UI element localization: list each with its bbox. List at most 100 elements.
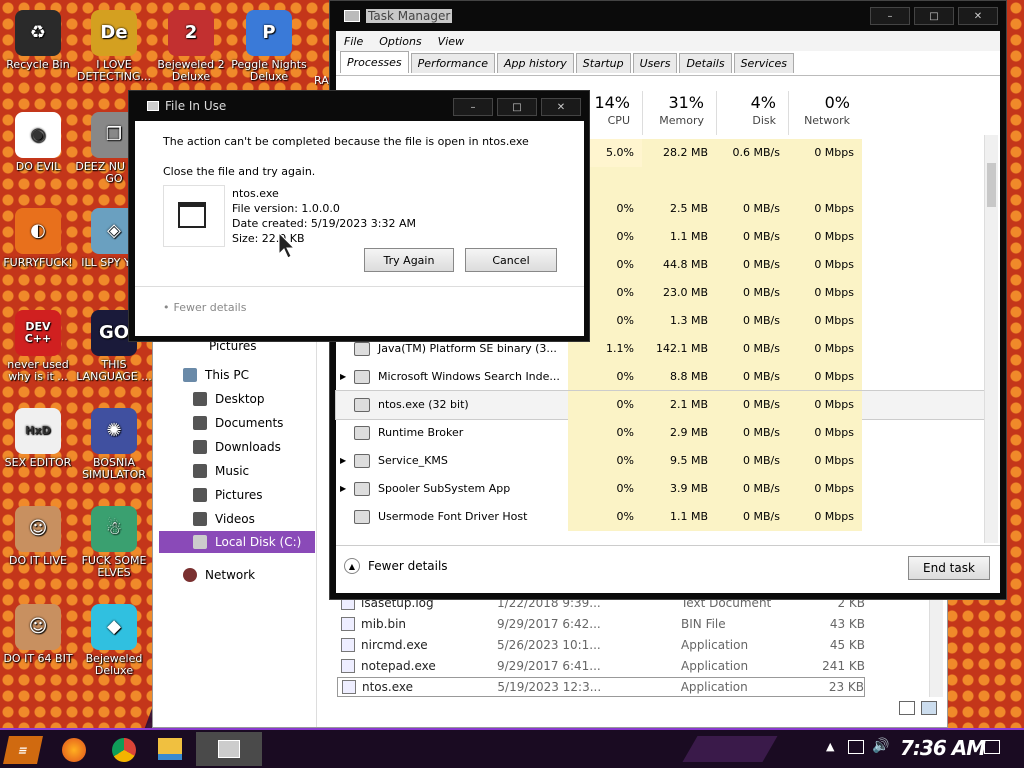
maximize-button[interactable]: □ xyxy=(914,7,954,25)
process-row[interactable]: ▶ Service_KMS 0% 9.5 MB 0 MB/s 0 Mbps xyxy=(336,447,986,475)
explorer-scrollbar[interactable] xyxy=(929,597,943,697)
mouse-cursor-icon xyxy=(278,232,296,259)
process-icon xyxy=(354,342,370,356)
firefox-taskbar-icon[interactable] xyxy=(62,738,86,762)
dialog-close-button[interactable]: ✕ xyxy=(541,98,581,116)
desktop-icon[interactable]: ☺ DO IT LIVE xyxy=(0,506,80,567)
file-date: 9/29/2017 6:41... xyxy=(497,659,601,673)
dialog-minimize-button[interactable]: – xyxy=(453,98,493,116)
expand-arrow-icon[interactable]: ▶ xyxy=(340,363,346,391)
dialog-maximize-button[interactable]: □ xyxy=(497,98,537,116)
disk-label: Disk xyxy=(752,114,776,127)
tab-services[interactable]: Services xyxy=(733,53,794,73)
process-name-cell: Runtime Broker xyxy=(354,419,463,447)
tab-users[interactable]: Users xyxy=(632,53,678,73)
desktop-app-icon: ☺ xyxy=(15,506,61,552)
nav-item-pictures[interactable]: Pictures xyxy=(193,484,263,506)
application-window-icon xyxy=(178,202,206,228)
file-row[interactable]: nircmd.exe 5/26/2023 10:1... Application 45… xyxy=(337,635,865,655)
end-task-button[interactable]: End task xyxy=(908,556,990,580)
desktop-icon[interactable]: 2 Bejeweled 2 Deluxe xyxy=(149,10,233,83)
process-row[interactable]: ntos.exe (32 bit) 0% 2.1 MB 0 MB/s 0 Mbps xyxy=(335,390,987,420)
tab-processes[interactable]: Processes xyxy=(340,51,409,73)
nav-item-videos[interactable]: Videos xyxy=(193,508,255,530)
desktop-icon[interactable]: ✺ BOSNIA SIMULATOR xyxy=(72,408,156,481)
column-header-disk[interactable]: 4% Disk xyxy=(716,91,788,135)
tab-details[interactable]: Details xyxy=(679,53,732,73)
nav-item-this-pc[interactable]: This PC xyxy=(183,364,249,386)
nav-item-desktop[interactable]: Desktop xyxy=(193,388,265,410)
tab-startup[interactable]: Startup xyxy=(575,53,631,73)
dialog-titlebar[interactable]: File In Use – □ ✕ xyxy=(129,91,589,121)
file-type: Application xyxy=(680,680,748,694)
scroll-thumb[interactable] xyxy=(987,163,996,207)
desktop-icon-label: THIS LANGUAGE ... xyxy=(76,358,152,383)
show-hidden-icons-button[interactable]: ▲ xyxy=(826,740,834,753)
process-mem-cell: 44.8 MB xyxy=(642,251,716,279)
process-disk-cell: 0 MB/s xyxy=(716,447,788,475)
task-manager-tabs: Processes Performance App history Startu… xyxy=(340,51,794,73)
nav-item-documents[interactable]: Documents xyxy=(193,412,283,434)
menu-file[interactable]: File xyxy=(344,35,363,48)
process-row[interactable]: ▶ Spooler SubSystem App 0% 3.9 MB 0 MB/s 0 Mb… xyxy=(336,475,986,503)
desktop-icon[interactable]: DEV C++ never used why is it ... xyxy=(0,310,80,383)
process-net-cell: 0 Mbps xyxy=(788,447,862,475)
tab-app-history[interactable]: App history xyxy=(496,53,574,73)
start-button[interactable]: ≡ xyxy=(3,736,43,764)
desktop-icon[interactable]: De I LOVE DETECTING... xyxy=(72,10,156,83)
clock[interactable]: 7:36 AM xyxy=(900,736,986,760)
network-tray-icon[interactable] xyxy=(848,740,864,754)
nav-item-local-disk[interactable]: Local Disk (C:) xyxy=(159,531,315,553)
minimize-button[interactable]: – xyxy=(870,7,910,25)
process-row[interactable]: ▶ Microsoft Windows Search Inde... 0% 8.8 M… xyxy=(336,363,986,391)
tab-performance[interactable]: Performance xyxy=(410,53,495,73)
desktop-icon[interactable]: ♻ Recycle Bin xyxy=(0,10,80,71)
task-manager-taskbar-button[interactable] xyxy=(196,732,262,766)
process-mem-cell: 28.2 MB xyxy=(642,139,716,167)
menu-view[interactable]: View xyxy=(438,35,464,48)
nav-label: Downloads xyxy=(215,440,281,454)
desktop-icon[interactable]: ◆ Bejeweled Deluxe xyxy=(72,604,156,677)
column-header-network[interactable]: 0% Network xyxy=(788,91,862,135)
file-size: 241 KB xyxy=(822,659,865,673)
expand-arrow-icon[interactable]: ▶ xyxy=(340,447,346,475)
desktop-icon[interactable]: ☺ DO IT 64 BIT xyxy=(0,604,80,665)
notifications-icon[interactable] xyxy=(984,740,1000,754)
desktop-icon[interactable]: HxD SEX EDITOR xyxy=(0,408,80,469)
file-row[interactable]: notepad.exe 9/29/2017 6:41... Application 2… xyxy=(337,656,865,676)
process-mem-cell: 1.1 MB xyxy=(642,503,716,531)
file-size: 23 KB xyxy=(828,680,864,694)
desktop-icon[interactable]: P Peggle Nights Deluxe xyxy=(227,10,311,83)
menu-options[interactable]: Options xyxy=(379,35,421,48)
task-manager-titlebar[interactable]: Task Manager – □ ✕ xyxy=(330,1,1006,31)
dialog-fewer-details[interactable]: • Fewer details xyxy=(163,301,246,314)
desktop-icon[interactable]: ◉ DO EVIL xyxy=(0,112,80,173)
drive-icon xyxy=(193,535,207,549)
process-row[interactable]: Runtime Broker 0% 2.9 MB 0 MB/s 0 Mbps xyxy=(336,419,986,447)
close-button[interactable]: ✕ xyxy=(958,7,998,25)
desktop-icon[interactable]: ◐ FURRYFUCK! xyxy=(0,208,80,269)
fewer-details-toggle[interactable]: ▲ Fewer details xyxy=(344,558,448,574)
file-icon xyxy=(342,680,356,694)
nav-item-downloads[interactable]: Downloads xyxy=(193,436,281,458)
process-scrollbar[interactable] xyxy=(984,135,998,543)
column-header-memory[interactable]: 31% Memory xyxy=(642,91,716,135)
details-view-icon[interactable] xyxy=(899,701,915,715)
cancel-button[interactable]: Cancel xyxy=(465,248,557,272)
file-row[interactable]: mib.bin 9/29/2017 6:42... BIN File 43 KB xyxy=(337,614,865,634)
dialog-message: The action can't be completed because th… xyxy=(163,135,529,148)
nav-item-music[interactable]: Music xyxy=(193,460,249,482)
try-again-button[interactable]: Try Again xyxy=(364,248,454,272)
file-explorer-taskbar-icon[interactable] xyxy=(158,738,182,760)
process-row[interactable]: Usermode Font Driver Host 0% 1.1 MB 0 MB/s 0… xyxy=(336,503,986,531)
volume-tray-icon[interactable]: 🔊 xyxy=(872,738,889,754)
expand-arrow-icon[interactable]: ▶ xyxy=(340,475,346,503)
process-mem-cell xyxy=(642,167,716,195)
large-icons-view-icon[interactable] xyxy=(921,701,937,715)
chrome-taskbar-icon[interactable] xyxy=(112,738,136,762)
process-mem-cell: 1.3 MB xyxy=(642,307,716,335)
file-icon xyxy=(341,659,355,673)
nav-item-network[interactable]: Network xyxy=(183,564,255,586)
desktop-icon[interactable]: ☃ FUCK SOME ELVES xyxy=(72,506,156,579)
file-row[interactable]: ntos.exe 5/19/2023 12:3... Application 23 K… xyxy=(337,677,865,697)
